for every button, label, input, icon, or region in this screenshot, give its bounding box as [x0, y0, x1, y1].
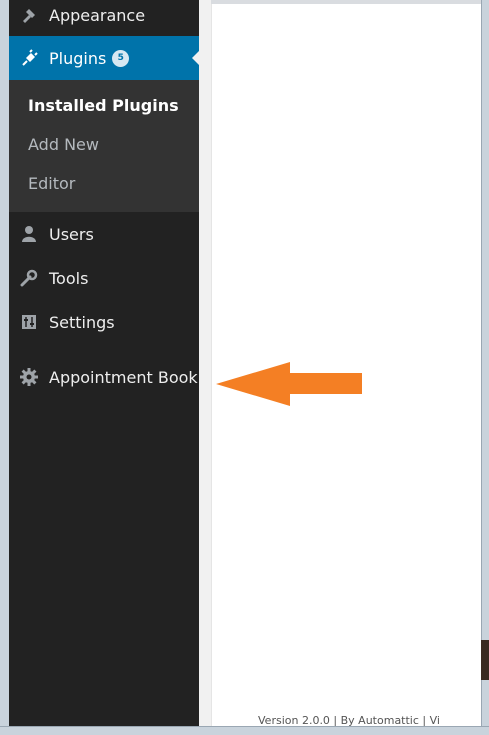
menu-item-label: Users — [49, 224, 94, 244]
admin-menu: Appearance Plugins 5 Installed Plugins A… — [9, 0, 200, 726]
submenu-installed-plugins[interactable]: Installed Plugins — [28, 96, 179, 115]
menu-item-label: Settings — [49, 312, 115, 332]
menu-item-label: Appointment Book — [49, 367, 198, 387]
menu-item-users[interactable]: Users — [9, 212, 199, 256]
window-frame-right — [481, 0, 489, 734]
menu-item-appearance[interactable]: Appearance — [9, 0, 199, 37]
wrench-icon — [9, 256, 49, 300]
menu-item-tools[interactable]: Tools — [9, 256, 199, 300]
menu-item-settings[interactable]: Settings — [9, 300, 199, 344]
menu-item-label: Appearance — [49, 5, 146, 25]
submenu-editor[interactable]: Editor — [28, 174, 75, 193]
menu-item-label: Plugins — [49, 48, 107, 68]
gear-icon — [9, 355, 49, 399]
plug-icon — [9, 36, 49, 80]
submenu-add-new[interactable]: Add New — [28, 135, 99, 154]
menu-item-appointment-book[interactable]: Appointment Book — [9, 355, 199, 399]
footer-version-text: Version 2.0.0 | By Automattic | Vi — [258, 714, 440, 726]
brush-icon — [9, 0, 49, 37]
settings-sliders-icon — [9, 300, 49, 344]
orange-arrow-annotation — [216, 362, 362, 406]
window-edge-shadow — [481, 640, 489, 680]
plugins-update-count-badge: 5 — [112, 49, 130, 67]
user-icon — [9, 212, 49, 256]
plugins-submenu: Installed Plugins Add New Editor — [9, 80, 199, 212]
menu-item-label: Tools — [49, 268, 89, 288]
menu-item-plugins[interactable]: Plugins 5 — [9, 36, 200, 80]
content-gutter — [199, 0, 211, 726]
